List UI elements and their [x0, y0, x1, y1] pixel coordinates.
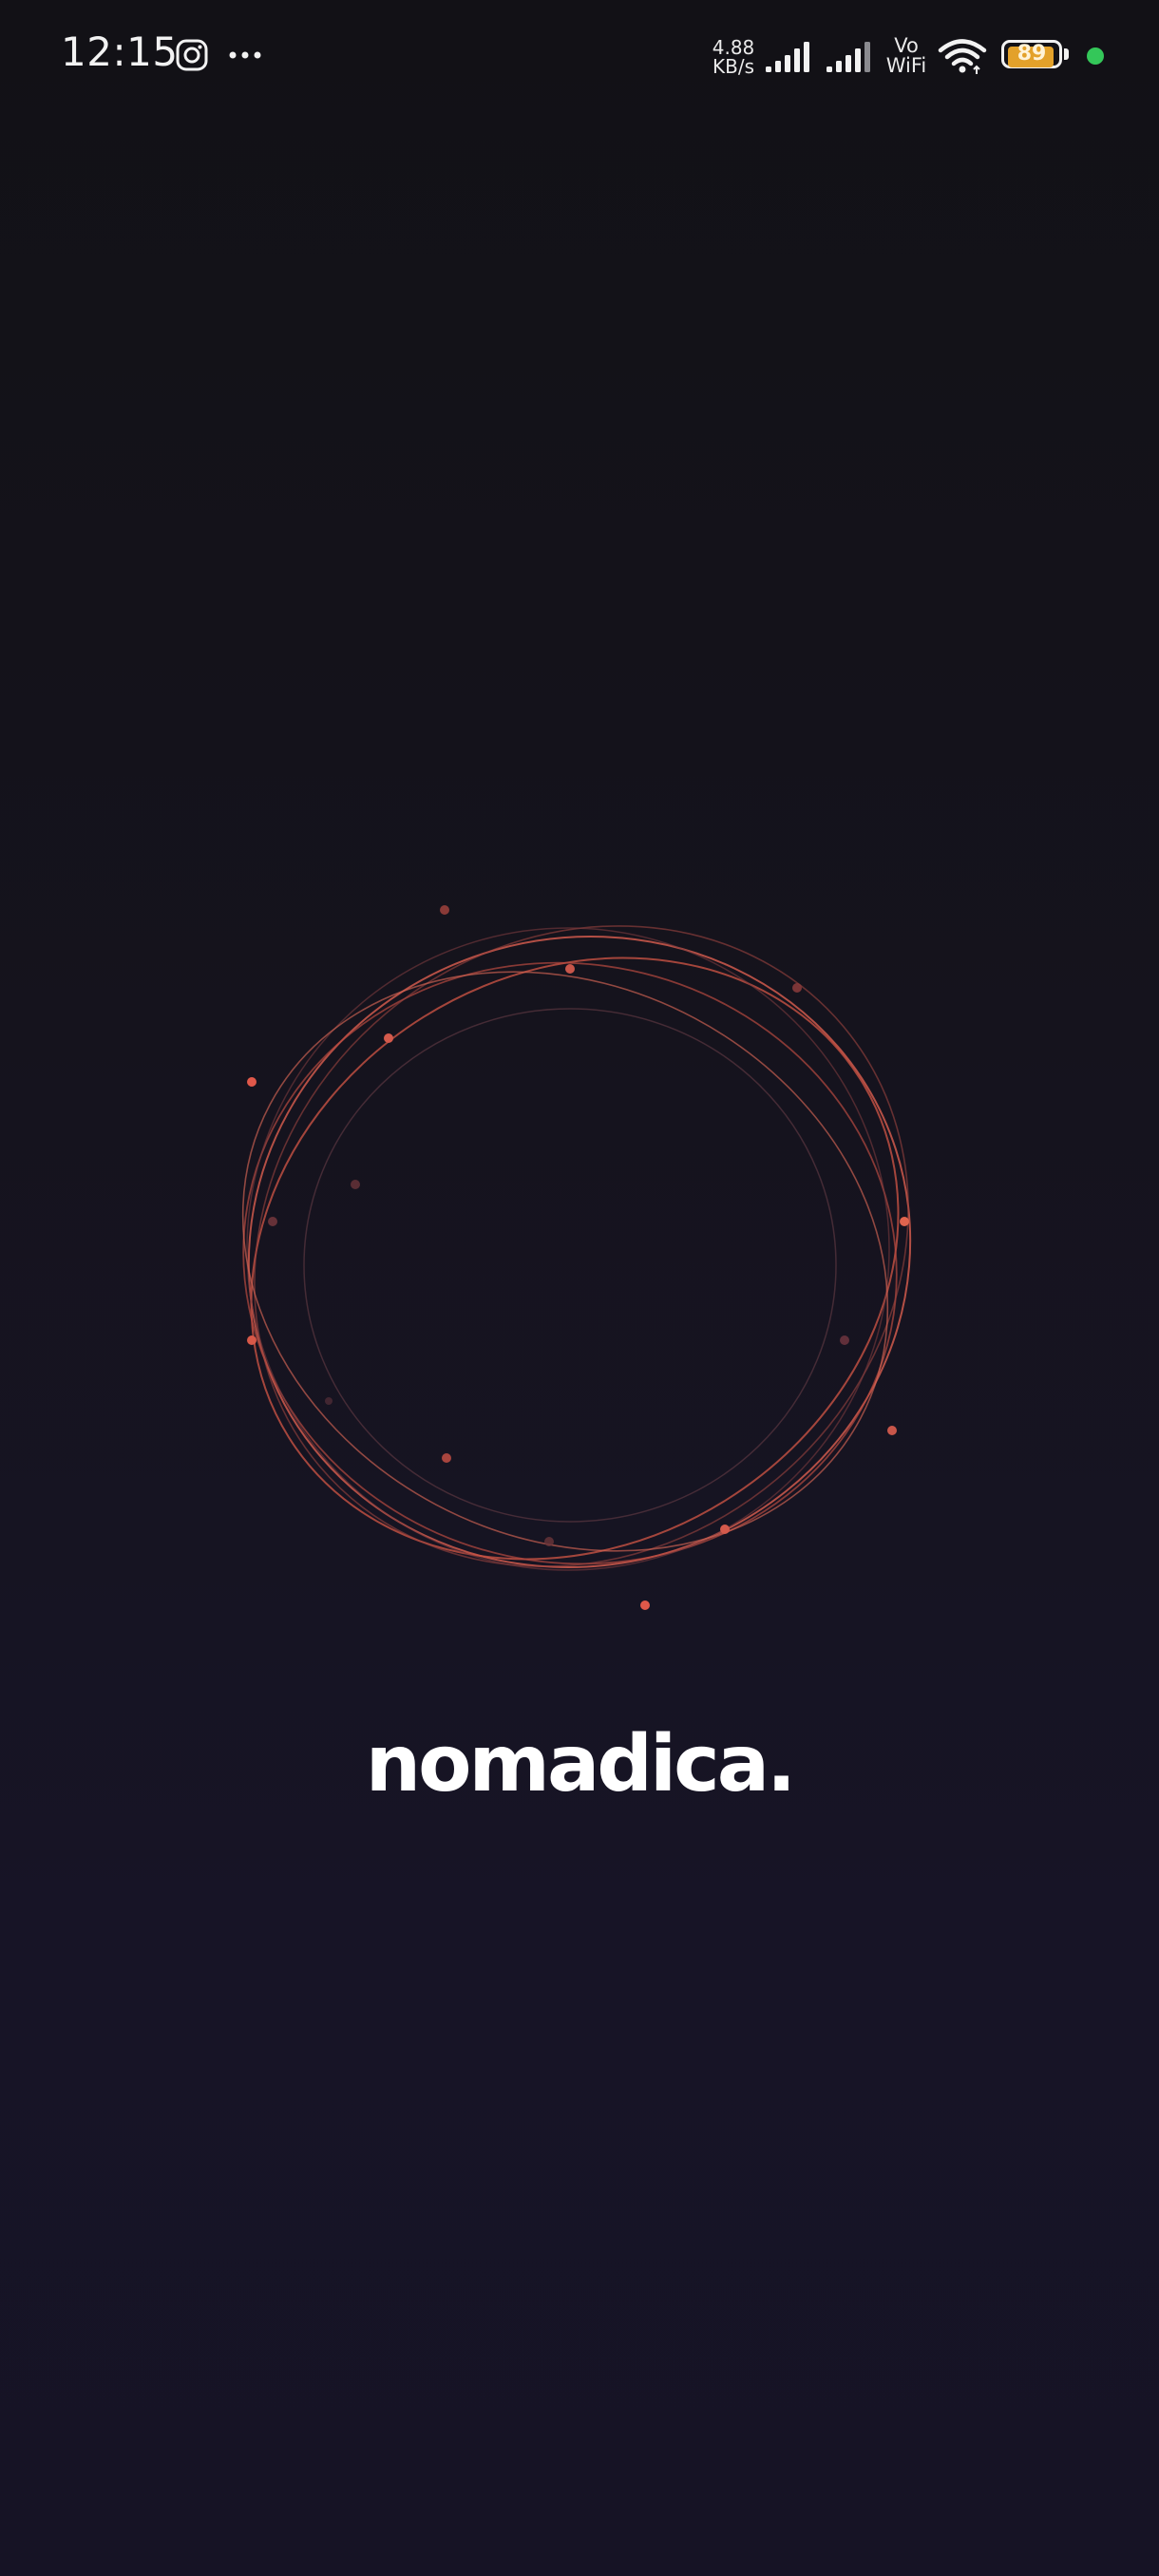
privacy-indicator-dot [1087, 47, 1104, 65]
battery-level: 89 [1016, 42, 1047, 66]
status-time: 12:15 [61, 28, 179, 75]
orbit-particle [351, 1180, 360, 1189]
orbit-ring [241, 971, 889, 1552]
orbit-particle [792, 983, 802, 993]
battery-cap [1064, 48, 1069, 60]
status-bar: 12:15 4.88 KB/s Vo WiFi 89 [0, 0, 1159, 112]
instagram-icon [176, 39, 208, 71]
orbit-ring [250, 957, 900, 1561]
orbit-particle [900, 1217, 909, 1226]
network-speed: 4.88 KB/s [703, 38, 764, 76]
vowifi-indicator: Vo WiFi [882, 36, 931, 76]
orbit-particle [887, 1426, 897, 1435]
orbit-particle [268, 1217, 277, 1226]
orbit-particle [840, 1335, 849, 1345]
orbit-particle [544, 1537, 554, 1546]
brand-logo: nomadica. [365, 1719, 796, 1809]
orbit-particle [247, 1335, 256, 1345]
orbit-particle [440, 905, 449, 915]
orbit-particle [247, 1077, 256, 1087]
orbit-particle [640, 1601, 650, 1610]
wifi-label: WiFi [885, 54, 927, 77]
network-speed-value: 4.88 [712, 36, 755, 59]
network-speed-unit: KB/s [712, 55, 754, 78]
battery-icon: 89 [1001, 40, 1072, 72]
orbit-particle [720, 1525, 730, 1534]
vo-label: Vo [894, 34, 919, 57]
orbit-illustration [241, 905, 912, 1610]
signal-icon [766, 42, 809, 72]
orbit-ring [254, 925, 909, 1567]
wifi-icon [938, 39, 987, 74]
orbit-ring [303, 1008, 837, 1523]
more-icon [229, 51, 261, 59]
orbit-particle [565, 964, 575, 974]
orbit-particle [384, 1033, 393, 1043]
orbit-ring [246, 927, 890, 1571]
orbit-particle [442, 1453, 451, 1463]
orbit-ring [247, 936, 912, 1568]
orbit-particle [325, 1397, 332, 1405]
signal-icon [826, 42, 870, 72]
